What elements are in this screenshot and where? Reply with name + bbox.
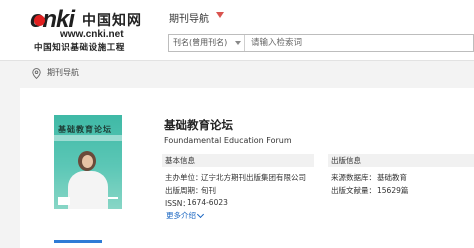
logo-url: www.cnki.net	[60, 29, 124, 40]
search-field-label: 刊名(曾用刊名)	[173, 38, 228, 47]
top-header: cnki 中国知网 www.cnki.net 中国知识基础设施工程 期刊导航 刊…	[0, 0, 474, 60]
breadcrumb-link-journal-nav[interactable]: 期刊导航	[47, 66, 79, 80]
count-value: 15629篇	[377, 186, 409, 195]
database-label: 来源数据库：	[331, 173, 376, 182]
triangle-down-icon[interactable]	[216, 12, 224, 18]
cover-band	[54, 135, 122, 141]
cover-barcode	[58, 197, 70, 205]
journal-title: 基础教育论坛	[164, 118, 233, 132]
cover-person-body	[68, 171, 108, 209]
journal-cover-image[interactable]: 基础教育论坛	[54, 115, 122, 209]
logo-dot-icon	[34, 15, 45, 26]
search-field-select[interactable]: 刊名(曾用刊名)	[169, 35, 245, 51]
journal-nav-menu[interactable]: 期刊导航	[169, 10, 209, 25]
sponsor-label: 主办单位：	[165, 173, 203, 182]
more-intro-link[interactable]: 更多介绍	[166, 210, 196, 221]
location-pin-icon	[32, 68, 41, 79]
cover-title: 基础教育论坛	[58, 124, 112, 134]
cover-selected-indicator	[54, 240, 102, 243]
cycle-value: 旬刊	[201, 186, 216, 195]
logo-name-cn: 中国知网	[82, 13, 142, 29]
search-input[interactable]	[247, 35, 473, 51]
chevron-down-icon	[235, 41, 241, 45]
cnki-logo[interactable]: cnki 中国知网 www.cnki.net 中国知识基础设施工程	[30, 6, 158, 53]
journal-title-en: Foundamental Education Forum	[164, 136, 292, 145]
publish-info-heading: 出版信息	[331, 156, 361, 165]
header-divider	[0, 60, 474, 61]
count-label: 出版文献量：	[331, 186, 376, 195]
issn-value: 1674-6023	[187, 198, 228, 207]
cover-person-face	[82, 155, 93, 168]
cover-stripe	[108, 197, 118, 199]
cycle-label: 出版周期：	[165, 186, 203, 195]
database-value: 基础教育	[377, 173, 407, 182]
sponsor-value: 辽宁北方期刊出版集团有限公司	[201, 173, 306, 182]
search-bar: 刊名(曾用刊名)	[168, 34, 474, 52]
logo-slogan: 中国知识基础设施工程	[34, 43, 126, 53]
basic-info-heading: 基本信息	[165, 156, 195, 165]
